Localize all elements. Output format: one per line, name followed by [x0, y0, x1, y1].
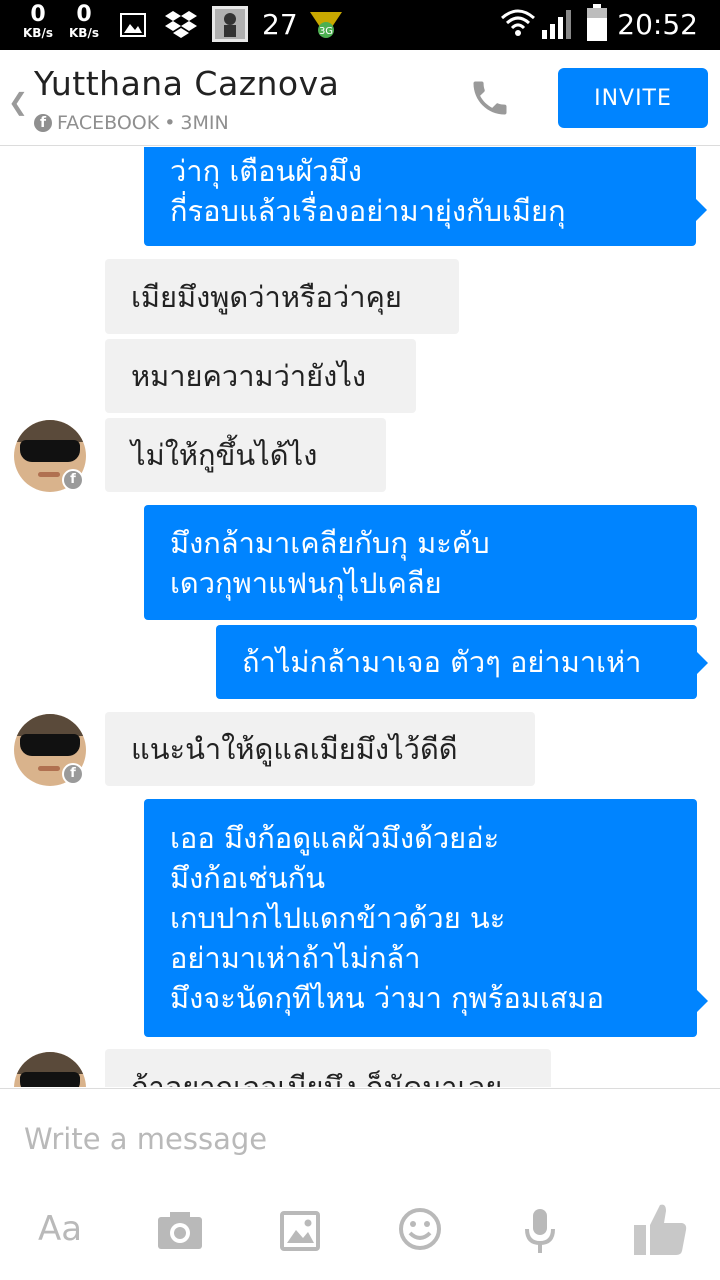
like-icon[interactable] — [632, 1201, 688, 1261]
dropbox-icon — [164, 9, 198, 45]
message-text: แนะนำให้ดูแลเมียมึงไว้ดีดี — [131, 732, 458, 766]
message-bubble-incoming[interactable]: หมายความว่ายังไง — [105, 339, 416, 413]
time-ago: 3MIN — [180, 112, 229, 134]
message-bubble-incoming[interactable]: เมียมึงพูดว่าหรือว่าคุย — [105, 259, 459, 334]
message-bubble-incoming[interactable]: ถ้าอยากเจอเมียมึง ก็นัดมาเลย — [105, 1049, 551, 1087]
message-text: ว่ากุ เตือนผัวมึง — [170, 153, 362, 188]
message-bubble-outgoing[interactable]: มึงกล้ามาเคลียกับกุ มะคับ เดวกุพาแฟนกุไป… — [144, 505, 697, 620]
message-text: มึงก้อเช่นกัน — [170, 861, 326, 895]
gallery-icon[interactable] — [280, 1211, 320, 1255]
message-list[interactable]: ว่ากุ เตือนผัวมึง กี่รอบแล้วเรื่องอย่ามา… — [0, 147, 720, 1087]
message-text: เมียมึงพูดว่าหรือว่าคุย — [131, 279, 402, 314]
net-down-unit: KB/s — [23, 26, 53, 40]
message-text: หมายความว่ายังไง — [131, 359, 367, 393]
message-bubble-outgoing[interactable]: ถ้าไม่กล้ามาเจอ ตัวๆ อย่ามาเห่า — [216, 625, 697, 699]
message-text: เดวกุพาแฟนกุไปเคลีย — [170, 565, 442, 600]
emoji-icon[interactable] — [398, 1207, 442, 1255]
text-format-button[interactable]: Aa — [38, 1209, 82, 1249]
status-clock: 20:52 — [617, 8, 698, 41]
facebook-badge-icon: f — [62, 763, 84, 785]
net-up-unit: KB/s — [69, 26, 99, 40]
camera-icon[interactable] — [156, 1211, 204, 1255]
svg-text:3G: 3G — [319, 26, 333, 37]
battery-icon — [586, 4, 608, 46]
notification-count: 27 — [262, 8, 298, 41]
message-text: ไม่ให้กูขึ้นได้ไง — [131, 438, 318, 472]
separator-dot: • — [164, 112, 176, 134]
message-text: ถ้าไม่กล้ามาเจอ ตัวๆ อย่ามาเห่า — [242, 645, 642, 679]
game-icon: 3G — [308, 6, 344, 46]
message-text: อย่ามาเห่าถ้าไม่กล้า — [170, 941, 421, 975]
message-bubble-outgoing[interactable]: เออ มึงก้อดูแลผัวมึงด้วยอ่ะ มึงก้อเช่นกั… — [144, 799, 697, 1037]
status-bar: 0 KB/s 0 KB/s 27 3G 20:52 — [0, 0, 720, 50]
microphone-icon[interactable] — [524, 1207, 556, 1259]
phone-icon[interactable] — [468, 76, 512, 124]
facebook-icon: f — [34, 114, 52, 132]
bubble-tail — [697, 652, 708, 674]
image-icon — [120, 13, 146, 41]
net-down-value: 0 — [30, 2, 46, 27]
message-text: กี่รอบแล้วเรื่องอย่ามายุ่งกับเมียกุ — [170, 193, 566, 228]
message-text: ถ้าอยากเจอเมียมึง ก็นัดมาเลย — [131, 1070, 503, 1087]
message-composer: Aa — [0, 1088, 720, 1280]
bubble-tail — [697, 990, 708, 1012]
source-label: FACEBOOK — [57, 112, 160, 134]
message-bubble-incoming[interactable]: แนะนำให้ดูแลเมียมึงไว้ดีดี — [105, 712, 535, 786]
net-up-speed: 0 KB/s — [62, 2, 106, 41]
avatar[interactable] — [14, 1052, 86, 1087]
message-input[interactable] — [24, 1117, 684, 1161]
app-thumbnail-icon — [212, 6, 248, 46]
wifi-icon — [500, 6, 536, 44]
chevron-left-icon[interactable]: ❮ — [8, 88, 28, 116]
message-text: เออ มึงก้อดูแลผัวมึงด้วยอ่ะ — [170, 821, 500, 855]
message-text: เกบปากไปแดกข้าวด้วย นะ — [170, 901, 506, 935]
signal-icon — [540, 8, 576, 44]
net-up-value: 0 — [76, 2, 92, 27]
message-bubble-incoming[interactable]: ไม่ให้กูขึ้นได้ไง — [105, 418, 386, 492]
facebook-badge-icon: f — [62, 469, 84, 491]
bubble-tail — [696, 199, 707, 221]
invite-button[interactable]: INVITE — [558, 68, 708, 128]
message-bubble-outgoing[interactable]: ว่ากุ เตือนผัวมึง กี่รอบแล้วเรื่องอย่ามา… — [144, 147, 696, 246]
message-text: มึงกล้ามาเคลียกับกุ มะคับ — [170, 525, 490, 560]
net-down-speed: 0 KB/s — [16, 2, 60, 41]
message-text: มึงจะนัดกุทีไหน ว่ามา กุพร้อมเสมอ — [170, 981, 605, 1015]
contact-name[interactable]: Yutthana Caznova — [34, 64, 339, 103]
conversation-header: ❮ Yutthana Caznova f FACEBOOK • 3MIN INV… — [0, 50, 720, 146]
contact-subtitle: f FACEBOOK • 3MIN — [34, 112, 229, 134]
